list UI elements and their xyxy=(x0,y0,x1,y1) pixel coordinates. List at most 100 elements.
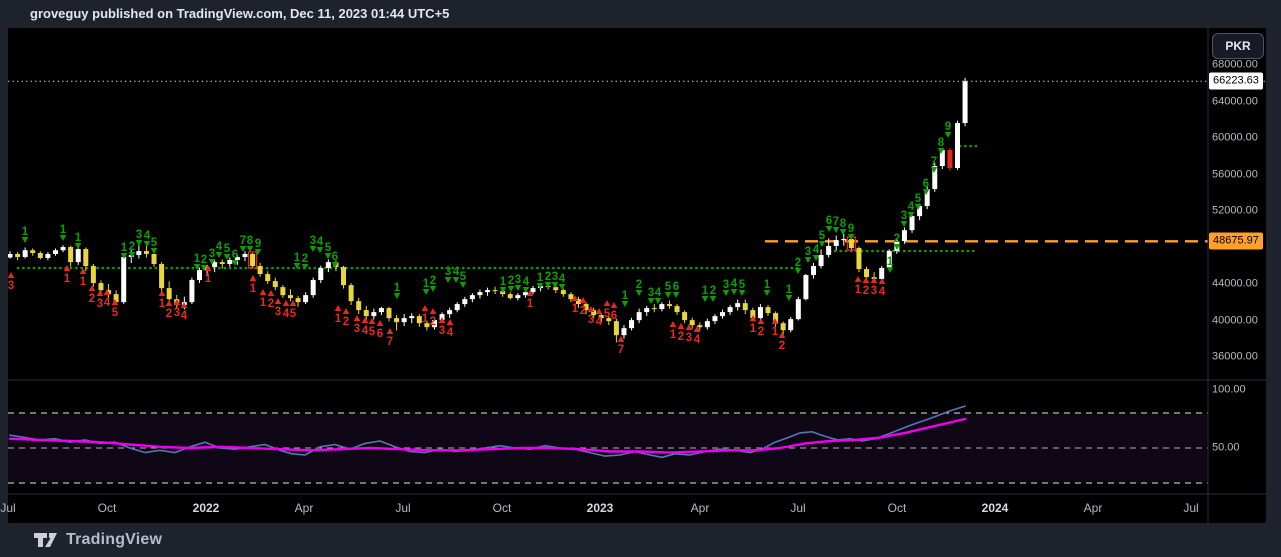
time-axis-tick[interactable]: 2024 xyxy=(982,501,1009,515)
candle[interactable] xyxy=(788,319,793,330)
candle[interactable] xyxy=(697,325,702,327)
candle[interactable] xyxy=(811,266,816,275)
candle[interactable] xyxy=(728,307,733,312)
candle[interactable] xyxy=(910,216,915,230)
candle[interactable] xyxy=(955,123,960,168)
candle[interactable] xyxy=(705,321,710,327)
time-axis-tick[interactable]: Jul xyxy=(790,501,805,515)
candle[interactable] xyxy=(91,266,96,283)
candle[interactable] xyxy=(856,248,861,269)
candle[interactable] xyxy=(288,295,293,298)
candle[interactable] xyxy=(159,264,164,288)
candle[interactable] xyxy=(849,239,854,248)
candle[interactable] xyxy=(523,292,528,295)
candle[interactable] xyxy=(189,280,194,302)
candle[interactable] xyxy=(409,316,414,318)
candle[interactable] xyxy=(136,251,141,255)
candle[interactable] xyxy=(242,254,247,257)
time-axis-tick[interactable]: Jul xyxy=(0,501,15,515)
candle[interactable] xyxy=(144,251,149,254)
candle[interactable] xyxy=(280,287,285,295)
candle[interactable] xyxy=(265,274,270,281)
candle[interactable] xyxy=(311,280,316,295)
candle[interactable] xyxy=(834,240,839,246)
candle[interactable] xyxy=(947,150,952,168)
candle[interactable] xyxy=(349,285,354,301)
candle[interactable] xyxy=(629,320,634,328)
candle[interactable] xyxy=(493,290,498,291)
candle[interactable] xyxy=(675,306,680,312)
candle[interactable] xyxy=(447,310,452,314)
candle[interactable] xyxy=(796,299,801,319)
candle[interactable] xyxy=(637,312,642,320)
candle[interactable] xyxy=(841,239,846,240)
candle[interactable] xyxy=(23,250,28,257)
candle[interactable] xyxy=(712,316,717,321)
candle[interactable] xyxy=(902,230,907,241)
candle[interactable] xyxy=(220,262,225,264)
tradingview-logo[interactable]: TradingView xyxy=(33,531,162,549)
candle[interactable] xyxy=(273,281,278,287)
time-axis-tick[interactable]: Apr xyxy=(295,501,314,515)
candle[interactable] xyxy=(652,308,657,309)
candle[interactable] xyxy=(30,250,35,253)
candle[interactable] xyxy=(121,257,126,302)
candle[interactable] xyxy=(356,301,361,310)
candle[interactable] xyxy=(455,304,460,310)
candle[interactable] xyxy=(470,295,475,299)
candle[interactable] xyxy=(515,295,520,298)
candle[interactable] xyxy=(38,253,43,258)
candle[interactable] xyxy=(553,287,558,290)
time-axis-tick[interactable]: Oct xyxy=(98,501,117,515)
candle[interactable] xyxy=(402,318,407,322)
candle[interactable] xyxy=(735,303,740,307)
candle[interactable] xyxy=(659,304,664,309)
time-axis-tick[interactable]: Jul xyxy=(1183,501,1198,515)
candle[interactable] xyxy=(781,323,786,330)
candle[interactable] xyxy=(197,270,202,280)
candle[interactable] xyxy=(258,266,263,274)
candle[interactable] xyxy=(963,81,968,123)
candle[interactable] xyxy=(621,328,626,335)
candle[interactable] xyxy=(250,254,255,266)
candle[interactable] xyxy=(318,268,323,280)
candle[interactable] xyxy=(53,250,58,254)
candle[interactable] xyxy=(326,262,331,268)
time-axis-tick[interactable]: Apr xyxy=(691,501,710,515)
candle[interactable] xyxy=(485,290,490,292)
candle[interactable] xyxy=(508,294,513,298)
candle[interactable] xyxy=(303,295,308,302)
candle[interactable] xyxy=(682,312,687,320)
time-axis-tick[interactable]: 2022 xyxy=(193,501,220,515)
candle[interactable] xyxy=(743,303,748,310)
candle[interactable] xyxy=(61,247,66,250)
candle[interactable] xyxy=(371,312,376,316)
candle[interactable] xyxy=(720,312,725,316)
candle[interactable] xyxy=(826,246,831,255)
candle[interactable] xyxy=(45,254,50,258)
time-axis-tick[interactable]: Oct xyxy=(493,501,512,515)
candle[interactable] xyxy=(341,267,346,285)
time-axis-tick[interactable]: Oct xyxy=(888,501,907,515)
candle[interactable] xyxy=(561,290,566,294)
candle[interactable] xyxy=(379,308,384,312)
candle[interactable] xyxy=(76,249,81,262)
candle[interactable] xyxy=(864,269,869,277)
chart-canvas[interactable]: 1111234512345678912345611234512341234123… xyxy=(8,28,1266,523)
candle[interactable] xyxy=(644,308,649,312)
candle[interactable] xyxy=(803,275,808,299)
candle[interactable] xyxy=(879,268,884,279)
candle[interactable] xyxy=(364,310,369,316)
candle[interactable] xyxy=(68,247,73,262)
candle[interactable] xyxy=(766,307,771,313)
candle[interactable] xyxy=(167,288,172,299)
candle[interactable] xyxy=(614,321,619,335)
candle[interactable] xyxy=(394,318,399,322)
candle[interactable] xyxy=(462,299,467,304)
candle[interactable] xyxy=(8,254,13,258)
candle[interactable] xyxy=(568,294,573,299)
time-axis-tick[interactable]: Apr xyxy=(1084,501,1103,515)
candle[interactable] xyxy=(477,292,482,295)
currency-toggle-button[interactable]: PKR xyxy=(1212,33,1264,59)
candle[interactable] xyxy=(387,308,392,318)
